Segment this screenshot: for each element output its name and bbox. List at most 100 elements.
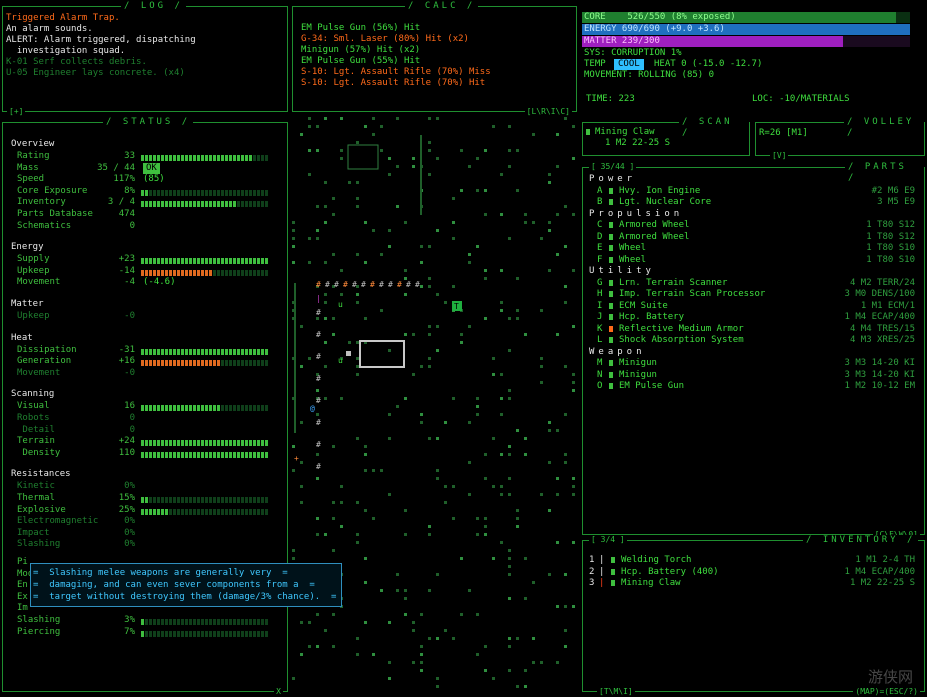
map-debris: # bbox=[316, 462, 321, 471]
map-tile bbox=[564, 365, 567, 368]
stat-label: Speed bbox=[17, 174, 45, 185]
parts-group-header: Propulsion bbox=[589, 208, 684, 219]
scan-title: / SCAN / bbox=[679, 117, 749, 139]
map-tile bbox=[308, 261, 311, 264]
map-tile bbox=[564, 117, 567, 120]
log-corner[interactable]: [+] bbox=[7, 107, 26, 117]
volley-corner[interactable]: [V] bbox=[770, 151, 789, 161]
map-tile bbox=[356, 501, 359, 504]
map-tile bbox=[476, 405, 479, 408]
part-slot[interactable]: N Minigun 3 M3 14-20 KI bbox=[583, 370, 923, 381]
part-slot[interactable]: E Wheel 1 T80 S10 bbox=[583, 243, 923, 254]
map-tile bbox=[572, 325, 575, 328]
map-debris: # bbox=[316, 308, 321, 317]
map-tile bbox=[556, 605, 559, 608]
map-tile bbox=[564, 413, 567, 416]
map-debris: # bbox=[316, 280, 321, 289]
part-slot[interactable]: J Hcp. Battery 1 M4 ECAP/400 bbox=[583, 312, 923, 323]
map-tile bbox=[292, 469, 295, 472]
stat-value: 8% bbox=[124, 185, 135, 196]
map-tile bbox=[452, 517, 455, 520]
inventory-corner[interactable]: [T\M\I] bbox=[597, 687, 635, 697]
stat-value: 0% bbox=[124, 516, 135, 527]
map-tile bbox=[316, 517, 319, 520]
part-stats: 1 M2 10-12 EM bbox=[844, 381, 915, 391]
stat-label: Robots bbox=[17, 413, 50, 423]
map-tile bbox=[564, 245, 567, 248]
map-tile bbox=[388, 677, 391, 680]
part-slot[interactable]: K Reflective Medium Armor 4 M4 TRES/15 bbox=[583, 324, 923, 335]
map-tile bbox=[356, 533, 359, 536]
part-slot[interactable]: A Hvy. Ion Engine #2 M6 E9 bbox=[583, 186, 923, 197]
inventory-item[interactable]: 2 | Hcp. Battery (400) 1 M4 ECAP/400 bbox=[583, 567, 923, 578]
map-tile bbox=[404, 397, 407, 400]
inventory-item[interactable]: 1 | Welding Torch 1 M1 2-4 TH bbox=[583, 555, 923, 566]
stat-label: Mass bbox=[17, 162, 39, 173]
part-slot[interactable]: F Wheel 1 T80 S10 bbox=[583, 255, 923, 266]
part-slot[interactable]: L Shock Absorption System 4 M3 XRES/25 bbox=[583, 335, 923, 346]
map-tile bbox=[524, 437, 527, 440]
map-tile bbox=[348, 181, 351, 184]
part-slot[interactable]: O EM Pulse Gun 1 M2 10-12 EM bbox=[583, 381, 923, 392]
map-tile bbox=[556, 165, 559, 168]
stat-value: 110 bbox=[118, 447, 135, 458]
map-tile bbox=[316, 533, 319, 536]
stat-label: Im bbox=[17, 603, 28, 614]
status-title: / STATUS / bbox=[103, 117, 194, 128]
map-tile bbox=[340, 525, 343, 528]
map-tile bbox=[356, 141, 359, 144]
status-close-icon[interactable]: X bbox=[274, 687, 283, 697]
part-slot[interactable]: D Armored Wheel 1 T80 S12 bbox=[583, 232, 923, 243]
part-key: H bbox=[597, 289, 603, 299]
inventory-item[interactable]: 3 | Mining Claw 1 M2 22-25 S bbox=[583, 578, 923, 589]
map-tile bbox=[460, 189, 463, 192]
map-tile bbox=[428, 285, 431, 288]
map-tile bbox=[556, 477, 559, 480]
integrity-square bbox=[609, 279, 613, 286]
map-tile bbox=[340, 269, 343, 272]
map-tile bbox=[452, 197, 455, 200]
part-slot[interactable]: B Lgt. Nuclear Core 3 M5 E9 bbox=[583, 197, 923, 208]
stat-bar bbox=[141, 451, 269, 458]
map-tile bbox=[508, 237, 511, 240]
map-tile bbox=[412, 629, 415, 632]
map-tile bbox=[524, 685, 527, 688]
calc-line: G-34: Sml. Laser (80%) Hit (x2) bbox=[301, 34, 469, 44]
map-tile bbox=[484, 269, 487, 272]
mass-ok-badge: OK bbox=[143, 162, 160, 174]
map-tile bbox=[428, 141, 431, 144]
map-tile bbox=[332, 253, 335, 256]
part-slot[interactable]: M Minigun 3 M3 14-20 KI bbox=[583, 358, 923, 369]
map-tile bbox=[316, 477, 319, 480]
map-tile bbox=[300, 501, 303, 504]
map-tile bbox=[524, 221, 527, 224]
map-tile bbox=[420, 669, 423, 672]
part-slot[interactable]: I ECM Suite 1 M1 ECM/1 bbox=[583, 301, 923, 312]
map-tile bbox=[364, 125, 367, 128]
slashing-tooltip: = Slashing melee weapons are generally v… bbox=[30, 563, 342, 607]
watermark-logo: 游侠网 bbox=[867, 668, 913, 686]
map-tile bbox=[364, 317, 367, 320]
map-tile bbox=[484, 213, 487, 216]
map-tile bbox=[436, 293, 439, 296]
part-stats: 1 T80 S12 bbox=[866, 220, 915, 230]
part-slot[interactable]: C Armored Wheel 1 T80 S12 bbox=[583, 220, 923, 231]
inventory-stats: 1 M2 22-25 S bbox=[849, 578, 915, 588]
map-tile bbox=[372, 133, 375, 136]
part-slot[interactable]: H Imp. Terrain Scan Processor 3 M0 DENS/10… bbox=[583, 289, 923, 300]
map-tile bbox=[356, 341, 359, 344]
scan-panel: / SCAN / Mining Claw 1 M2 22-25 S bbox=[582, 117, 750, 156]
map-tile bbox=[428, 637, 431, 640]
stat-bar bbox=[141, 439, 269, 447]
map-tile bbox=[492, 125, 495, 128]
map-tile bbox=[500, 541, 503, 544]
map-help-hint[interactable]: (MAP)=(ESC/?) bbox=[853, 687, 920, 697]
scan-item: Mining Claw bbox=[595, 127, 655, 137]
map-debris: # bbox=[316, 374, 321, 383]
map-tile bbox=[316, 645, 319, 648]
map-tile bbox=[548, 421, 551, 424]
integrity-square bbox=[609, 360, 613, 366]
stat-label: Impact bbox=[17, 527, 50, 538]
part-slot[interactable]: G Lrn. Terrain Scanner 4 M2 TERR/24 bbox=[583, 278, 923, 289]
calc-line: Minigun (57%) Hit (x2) bbox=[301, 45, 421, 55]
